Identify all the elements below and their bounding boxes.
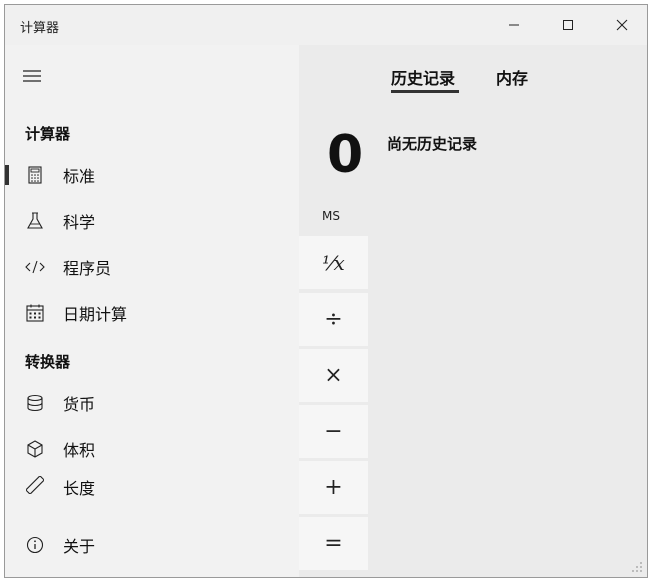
flask-icon <box>25 211 45 231</box>
nav-item-currency[interactable]: 货币 <box>5 383 299 423</box>
add-button[interactable]: + <box>299 461 368 514</box>
divide-button[interactable]: ÷ <box>299 293 368 346</box>
tab-memory[interactable]: 内存 <box>496 65 528 89</box>
nav-item-date-calculation[interactable]: 日期计算 <box>5 293 299 333</box>
nav-item-label: 标准 <box>63 167 96 186</box>
tab-history[interactable]: 历史记录 <box>391 65 455 89</box>
calendar-icon <box>25 303 45 323</box>
maximize-button[interactable] <box>545 5 591 45</box>
minimize-button[interactable] <box>491 5 537 45</box>
minimize-icon <box>509 24 519 26</box>
navigation-drawer: 计算器 标准 科学 程序员 日期计算 转换器 货币 体积 长度 关于 <box>5 45 299 577</box>
result-display: 0 <box>327 125 364 185</box>
history-empty-message: 尚无历史记录 <box>387 135 478 153</box>
multiply-button[interactable]: × <box>299 349 368 402</box>
selection-indicator <box>5 165 9 185</box>
calculator-window: 计算器 0 MS ¹⁄x ÷ × − + = 历史记录 内存 尚无历史记录 计算… <box>4 4 648 578</box>
nav-item-label: 长度 <box>63 479 96 497</box>
section-header-calculator: 计算器 <box>25 125 71 143</box>
memory-store-button[interactable]: MS <box>322 209 340 223</box>
ruler-icon <box>25 475 45 495</box>
nav-item-length[interactable]: 长度 <box>5 475 299 497</box>
info-icon <box>25 535 45 555</box>
nav-item-label: 关于 <box>63 537 96 556</box>
nav-item-volume[interactable]: 体积 <box>5 429 299 469</box>
coins-icon <box>25 393 45 413</box>
reciprocal-button[interactable]: ¹⁄x <box>299 236 368 289</box>
nav-item-label: 科学 <box>63 213 96 232</box>
nav-item-standard[interactable]: 标准 <box>5 155 299 195</box>
close-button[interactable] <box>599 5 645 45</box>
section-header-converter: 转换器 <box>25 353 71 371</box>
nav-item-label: 程序员 <box>63 259 112 278</box>
app-title: 计算器 <box>20 21 60 36</box>
nav-item-scientific[interactable]: 科学 <box>5 201 299 241</box>
nav-item-about[interactable]: 关于 <box>5 525 299 565</box>
equals-button[interactable]: = <box>299 517 368 570</box>
nav-item-label: 货币 <box>63 395 96 414</box>
calculator-icon <box>25 165 45 185</box>
nav-item-programmer[interactable]: 程序员 <box>5 247 299 287</box>
close-icon <box>616 19 628 31</box>
maximize-icon <box>563 20 573 30</box>
cube-icon <box>25 439 45 459</box>
resize-grip-icon[interactable] <box>631 561 643 573</box>
nav-item-label: 日期计算 <box>63 305 128 324</box>
active-tab-indicator <box>391 90 459 93</box>
subtract-button[interactable]: − <box>299 405 368 458</box>
hamburger-icon <box>23 70 41 82</box>
code-icon <box>25 257 45 277</box>
menu-button[interactable] <box>19 65 45 87</box>
nav-item-label: 体积 <box>63 441 96 460</box>
title-bar: 计算器 <box>5 5 647 45</box>
